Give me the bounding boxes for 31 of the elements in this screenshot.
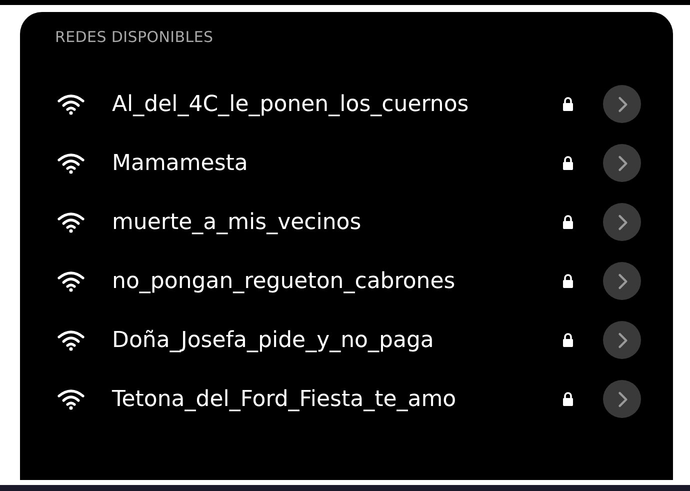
network-name: Al_del_4C_le_ponen_los_cuernos bbox=[112, 92, 470, 116]
details-button[interactable] bbox=[603, 203, 641, 241]
chevron-icon bbox=[616, 332, 628, 348]
network-item[interactable]: no_pongan_regueton_cabrones bbox=[20, 250, 673, 312]
details-button[interactable] bbox=[603, 321, 641, 359]
section-title: REDES DISPONIBLES bbox=[55, 28, 214, 46]
wifi-icon bbox=[57, 211, 85, 233]
wifi-icon bbox=[57, 329, 85, 351]
wifi-icon bbox=[57, 270, 85, 292]
network-name: no_pongan_regueton_cabrones bbox=[112, 268, 456, 294]
network-item[interactable]: Al_del_4C_le_ponen_los_cuernos bbox=[20, 73, 673, 135]
details-button[interactable] bbox=[603, 380, 641, 418]
network-name: Tetona_del_Ford_Fiesta_te_amo bbox=[112, 386, 458, 412]
network-item[interactable]: muerte_a_mis_vecinos bbox=[20, 191, 673, 253]
network-name: muerte_a_mis_vecinos bbox=[112, 210, 362, 234]
chevron-icon bbox=[616, 390, 628, 408]
details-button[interactable] bbox=[603, 85, 641, 123]
network-item[interactable]: Tetona_del_Ford_Fiesta_te_amo bbox=[20, 368, 673, 430]
network-item[interactable]: Doña_Josefa_pide_y_no_paga bbox=[20, 309, 673, 371]
details-button[interactable] bbox=[603, 262, 641, 300]
network-item[interactable]: Mamamesta bbox=[20, 132, 673, 194]
chevron-icon bbox=[616, 154, 628, 172]
chevron-icon bbox=[616, 214, 628, 230]
wifi-icon bbox=[57, 152, 85, 174]
details-button[interactable] bbox=[603, 144, 641, 182]
wifi-icon bbox=[57, 93, 85, 115]
wifi-icon bbox=[57, 388, 85, 410]
network-name: Doña_Josefa_pide_y_no_paga bbox=[112, 328, 435, 352]
network-name: Mamamesta bbox=[112, 150, 249, 176]
chevron-icon bbox=[616, 96, 628, 112]
chevron-icon bbox=[616, 272, 628, 290]
